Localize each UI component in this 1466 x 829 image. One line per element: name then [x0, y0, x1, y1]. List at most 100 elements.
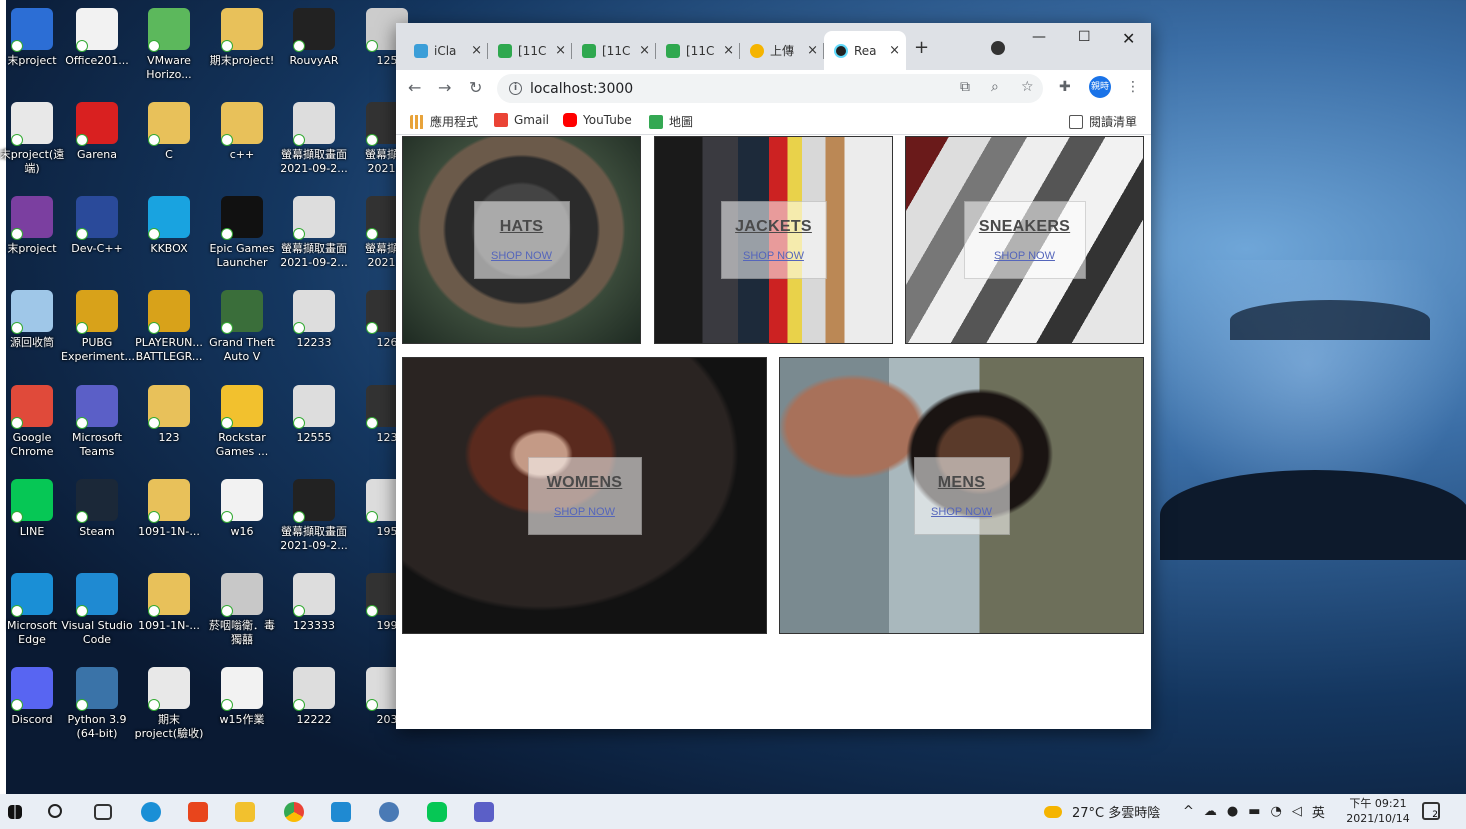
desktop-icon[interactable]: Discord	[0, 667, 68, 727]
close-icon[interactable]: ×	[639, 43, 650, 58]
desktop-icon[interactable]: 12233	[278, 290, 350, 350]
tab-evernote-3[interactable]: [11C ×	[656, 31, 740, 70]
reading-list[interactable]: 閱讀清單	[1069, 113, 1137, 130]
reload-button[interactable]: ↻	[469, 78, 482, 97]
desktop-icon[interactable]: Garena	[61, 102, 133, 162]
cloud-icon[interactable]: ☁	[1204, 804, 1217, 819]
shop-now-link[interactable]: SHOP NOW	[743, 250, 804, 262]
desktop-icon[interactable]: RouvyAR	[278, 8, 350, 68]
notification-icon[interactable]: 2	[1422, 802, 1440, 820]
desktop-icon[interactable]: Microsoft Teams	[61, 385, 133, 459]
back-button[interactable]: ←	[408, 78, 421, 97]
tab-search-icon[interactable]	[991, 41, 1005, 55]
translate-icon[interactable]: ⧉	[960, 79, 970, 95]
close-icon[interactable]: ×	[723, 43, 734, 58]
volume-icon[interactable]: ◁	[1292, 804, 1302, 819]
desktop-icon[interactable]: C	[133, 102, 205, 162]
close-icon[interactable]: ×	[555, 43, 566, 58]
profile-avatar[interactable]: 親時	[1089, 76, 1111, 98]
bookmark-star-icon[interactable]: ☆	[1021, 79, 1034, 95]
category-mens[interactable]: MENS SHOP NOW	[779, 357, 1144, 634]
zoom-icon[interactable]: ⌕	[991, 79, 999, 95]
close-icon[interactable]: ×	[807, 43, 818, 58]
category-womens[interactable]: WOMENS SHOP NOW	[402, 357, 767, 634]
desktop-icon[interactable]: Epic Games Launcher	[206, 196, 278, 270]
desktop-icon[interactable]: 螢幕擷取畫面 2021-09-2...	[278, 102, 350, 176]
desktop-icon[interactable]: 螢幕擷取畫面 2021-09-2...	[278, 479, 350, 553]
desktop-icon[interactable]: 菸咽嗡衛．毒獨囍	[206, 573, 278, 647]
clock[interactable]: 下午 09:21 2021/10/14	[1342, 796, 1414, 826]
desktop-icon[interactable]: 123	[133, 385, 205, 445]
category-sneakers[interactable]: SNEAKERS SHOP NOW	[905, 136, 1144, 344]
desktop-icon[interactable]: 期末project!	[206, 8, 278, 68]
file-explorer-icon[interactable]	[235, 802, 255, 822]
extensions-icon[interactable]: ✚	[1059, 79, 1071, 95]
desktop-icon[interactable]: c++	[206, 102, 278, 162]
desktop-icon[interactable]: Microsoft Edge	[0, 573, 68, 647]
tab-upload[interactable]: 上傳 ×	[740, 31, 824, 70]
vscode-icon[interactable]	[331, 802, 351, 822]
desktop-icon[interactable]: 末project	[0, 8, 68, 68]
tab-icla[interactable]: iCla ×	[404, 31, 488, 70]
shop-now-link[interactable]: SHOP NOW	[994, 250, 1055, 262]
desktop-icon[interactable]: 123333	[278, 573, 350, 633]
desktop-icon[interactable]: PUBG Experiment...	[61, 290, 135, 364]
desktop-icon[interactable]: 12555	[278, 385, 350, 445]
desktop-icon[interactable]: PLAYERUN... BATTLEGR...	[133, 290, 205, 364]
desktop-icon[interactable]: Steam	[61, 479, 133, 539]
desktop-icon[interactable]: VMware Horizo...	[133, 8, 205, 82]
desktop-icon[interactable]: Grand Theft Auto V	[206, 290, 278, 364]
category-jackets[interactable]: JACKETS SHOP NOW	[654, 136, 893, 344]
teams-icon[interactable]	[474, 802, 494, 822]
search-icon[interactable]	[48, 804, 62, 818]
new-tab-button[interactable]: +	[914, 37, 929, 58]
ime-indicator[interactable]: 英	[1312, 802, 1325, 821]
edge-icon[interactable]	[141, 802, 161, 822]
app-icon[interactable]	[379, 802, 399, 822]
minimize-button[interactable]: —	[1032, 29, 1046, 45]
battery-icon[interactable]: ▬	[1248, 804, 1260, 819]
desktop-icon[interactable]: Python 3.9 (64-bit)	[61, 667, 133, 741]
desktop-icon[interactable]: 1091-1N-...	[133, 479, 205, 539]
desktop-icon[interactable]: 末project	[0, 196, 68, 256]
weather-widget[interactable]: 27°C 多雲時陰	[1044, 794, 1160, 829]
category-hats[interactable]: HATS SHOP NOW	[402, 136, 641, 344]
menu-icon[interactable]: ⋮	[1126, 79, 1140, 95]
desktop-icon[interactable]: LINE	[0, 479, 68, 539]
desktop-icon[interactable]: 末project(遠端)	[0, 102, 68, 176]
desktop-icon[interactable]: 期末project(驗收)	[133, 667, 205, 741]
shop-now-link[interactable]: SHOP NOW	[931, 506, 992, 518]
desktop-icon[interactable]: Dev-C++	[61, 196, 133, 256]
shop-now-link[interactable]: SHOP NOW	[491, 250, 552, 262]
info-icon[interactable]: i	[509, 82, 522, 95]
tab-evernote-2[interactable]: [11C ×	[572, 31, 656, 70]
bookmark-maps[interactable]: 地圖	[649, 113, 693, 130]
maximize-button[interactable]: ☐	[1078, 29, 1091, 45]
close-window-button[interactable]: ✕	[1122, 29, 1135, 48]
close-icon[interactable]: ×	[889, 43, 900, 58]
desktop-icon[interactable]: 1091-1N-...	[133, 573, 205, 633]
wifi-icon[interactable]: ◔	[1271, 804, 1282, 819]
task-view-icon[interactable]	[94, 804, 112, 820]
office-icon[interactable]	[188, 802, 208, 822]
bookmark-gmail[interactable]: Gmail	[494, 113, 549, 127]
desktop-icon[interactable]: w15作業	[206, 667, 278, 727]
tab-react-app[interactable]: Rea ×	[824, 31, 906, 70]
desktop-icon[interactable]: w16	[206, 479, 278, 539]
desktop-icon[interactable]: Rockstar Games ...	[206, 385, 278, 459]
desktop-icon[interactable]: 12222	[278, 667, 350, 727]
forward-button[interactable]: →	[438, 78, 451, 97]
desktop-icon[interactable]: Google Chrome	[0, 385, 68, 459]
shop-now-link[interactable]: SHOP NOW	[554, 506, 615, 518]
chevron-up-icon[interactable]: ^	[1183, 804, 1194, 819]
line-icon[interactable]	[427, 802, 447, 822]
bookmark-apps[interactable]: 應用程式	[410, 113, 478, 130]
bookmark-youtube[interactable]: YouTube	[563, 113, 632, 127]
desktop-icon[interactable]: 螢幕擷取畫面 2021-09-2...	[278, 196, 350, 270]
tab-evernote-1[interactable]: [11C ×	[488, 31, 572, 70]
desktop-icon[interactable]: 源回收筒	[0, 290, 68, 350]
windows-start-icon[interactable]	[8, 805, 22, 819]
close-icon[interactable]: ×	[471, 43, 482, 58]
desktop-icon[interactable]: Office201...	[61, 8, 133, 68]
desktop-icon[interactable]: Visual Studio Code	[61, 573, 133, 647]
